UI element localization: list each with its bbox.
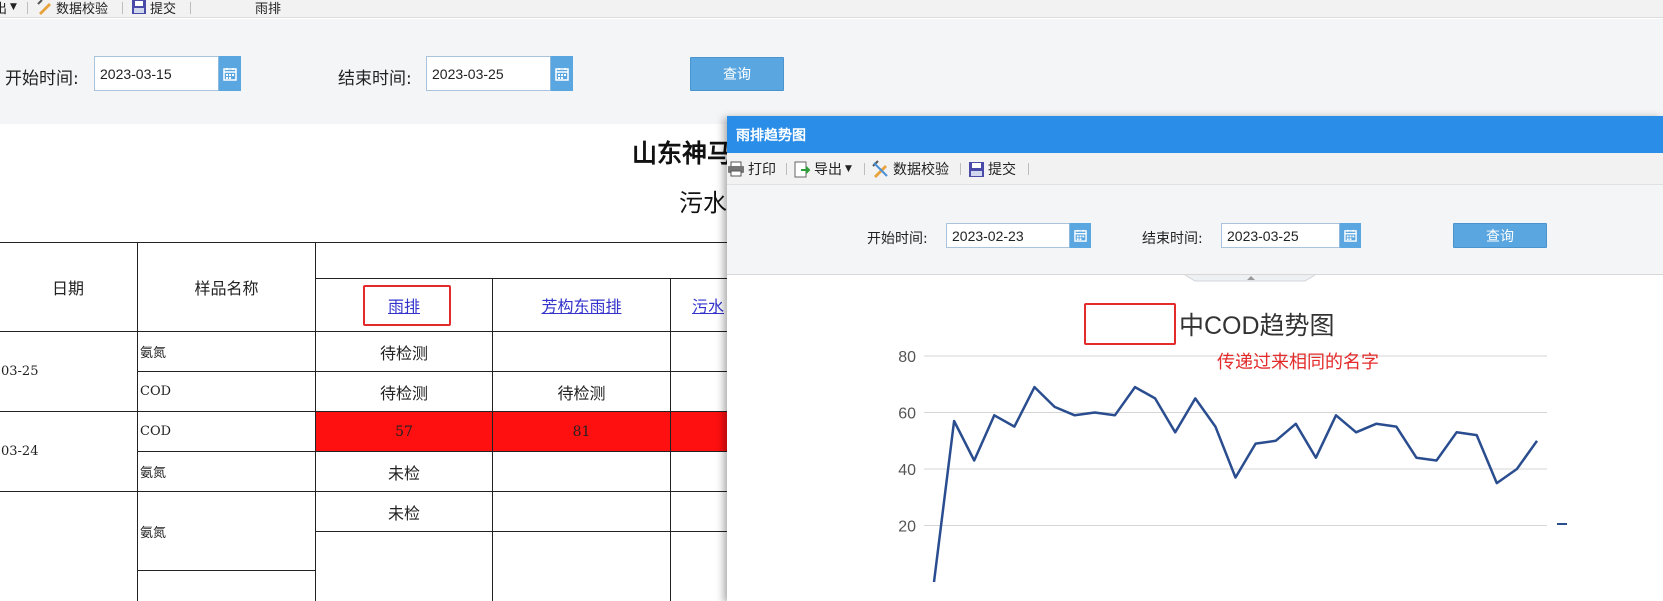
chart-series bbox=[932, 385, 1539, 583]
date-cell bbox=[0, 491, 138, 601]
value-cell bbox=[315, 531, 493, 601]
top-toolbar: 出 ▼ 数据校验 提交 雨排 bbox=[0, 0, 1663, 18]
value-cell bbox=[492, 531, 671, 601]
toolbar-divider bbox=[190, 2, 191, 14]
query-button[interactable]: 查询 bbox=[690, 57, 784, 91]
submit-button[interactable]: 提交 bbox=[131, 0, 177, 17]
highlight-box bbox=[363, 285, 451, 326]
value-text: 待检测 bbox=[379, 383, 428, 403]
end-time-label: 结束时间: bbox=[338, 69, 412, 89]
y-tick-label: 40 bbox=[898, 462, 916, 479]
submit-label: 提交 bbox=[150, 1, 177, 17]
chart-grid bbox=[924, 355, 1547, 526]
value-text: 待检测 bbox=[557, 383, 606, 403]
sample-text: COD bbox=[140, 384, 172, 399]
toolbar-divider bbox=[122, 2, 123, 14]
end-date-value: 2023-03-25 bbox=[432, 65, 504, 82]
value-cell-exceeded bbox=[670, 411, 735, 452]
value-text: 未检 bbox=[387, 463, 420, 483]
save-icon bbox=[132, 0, 146, 14]
header-sample-text: 样品名称 bbox=[194, 279, 259, 298]
date-text: 03-25 bbox=[1, 364, 39, 379]
col-fanggoudong-link[interactable]: 芳构东雨排 bbox=[541, 293, 621, 317]
sample-cell: COD bbox=[137, 411, 316, 452]
value-cell-exceeded: 57 bbox=[315, 411, 493, 452]
report-subtitle: 污水 bbox=[679, 189, 727, 217]
sample-cell: 氨氮 bbox=[137, 451, 316, 492]
value-cell bbox=[670, 531, 735, 601]
y-tick-label: 60 bbox=[898, 406, 916, 423]
value-cell: 待检测 bbox=[315, 331, 493, 372]
sample-text: 氨氮 bbox=[140, 346, 167, 361]
filter-bar: 开始时间: 2023-03-15 结束时间: 2023-03-25 查询 bbox=[0, 19, 1663, 124]
calendar-icon[interactable] bbox=[218, 56, 241, 91]
export-label: 出 bbox=[0, 1, 8, 17]
cod-series-line bbox=[932, 385, 1539, 583]
col-wushui-link[interactable]: 污水 bbox=[692, 293, 724, 317]
annotation-text: 传递过来相同的名字 bbox=[1217, 352, 1379, 373]
sample-text: 氨氮 bbox=[140, 466, 167, 481]
header-col-wushui: 污水 bbox=[670, 278, 735, 332]
value-cell: 未检 bbox=[315, 491, 493, 532]
value-cell: 待检测 bbox=[315, 371, 493, 412]
sample-cell bbox=[137, 570, 316, 601]
value-text: 57 bbox=[395, 423, 413, 440]
value-cell bbox=[670, 371, 735, 412]
start-time-label: 开始时间: bbox=[5, 69, 79, 89]
value-cell bbox=[670, 331, 735, 372]
value-cell bbox=[670, 451, 735, 492]
start-date-input[interactable]: 2023-03-15 bbox=[94, 56, 241, 91]
sample-text: COD bbox=[140, 424, 172, 439]
calendar-icon[interactable] bbox=[550, 56, 573, 91]
trend-dialog: 雨排趋势图 打印 导出 ▼ 数据校验 提交 开始时间: 2023-02-23 结… bbox=[727, 116, 1663, 601]
header-group bbox=[315, 242, 735, 279]
value-cell bbox=[492, 451, 671, 492]
sample-cell: 氨氮 bbox=[137, 491, 316, 571]
current-item-text: 雨排 bbox=[255, 1, 282, 17]
value-text: 待检测 bbox=[379, 343, 428, 363]
toolbar-divider bbox=[27, 2, 28, 14]
value-text: 未检 bbox=[387, 503, 420, 523]
export-menu[interactable]: 出 ▼ bbox=[0, 0, 17, 17]
value-cell bbox=[670, 491, 735, 532]
current-item-label: 雨排 bbox=[255, 0, 282, 17]
end-date-input[interactable]: 2023-03-25 bbox=[426, 56, 573, 91]
chart-title: 中COD趋势图 bbox=[1179, 312, 1335, 340]
date-cell: 03-25 bbox=[0, 331, 138, 412]
y-tick-label: 20 bbox=[898, 519, 916, 536]
ruler-pencil-icon bbox=[37, 0, 51, 15]
date-cell: 03-24 bbox=[0, 411, 138, 492]
date-text: 03-24 bbox=[1, 444, 39, 459]
value-cell bbox=[492, 491, 671, 532]
report-title: 山东神马 bbox=[632, 139, 733, 168]
highlight-box bbox=[1084, 303, 1176, 345]
chevron-down-icon: ▼ bbox=[10, 2, 17, 12]
y-tick-label: 80 bbox=[898, 349, 916, 366]
validate-button[interactable]: 数据校验 bbox=[37, 0, 109, 17]
value-cell bbox=[492, 331, 671, 372]
y-axis-ticks: 20 40 60 80 bbox=[898, 349, 916, 536]
header-date-text: 日期 bbox=[51, 279, 84, 298]
header-date: 日期 bbox=[0, 242, 138, 332]
sample-text: 氨氮 bbox=[140, 525, 167, 541]
cod-trend-chart: 20 40 60 80 中COD趋势图 传递过来相同的名字 bbox=[898, 312, 1567, 583]
value-cell-exceeded: 81 bbox=[492, 411, 671, 452]
value-text: 81 bbox=[572, 423, 591, 440]
value-cell: 未检 bbox=[315, 451, 493, 492]
header-sample: 样品名称 bbox=[137, 242, 316, 332]
validate-label: 数据校验 bbox=[56, 1, 109, 17]
start-date-value: 2023-03-15 bbox=[100, 65, 172, 82]
value-cell: 待检测 bbox=[492, 371, 671, 412]
sample-cell: 氨氮 bbox=[137, 331, 316, 372]
sample-cell: COD bbox=[137, 371, 316, 412]
header-col-fanggoudong: 芳构东雨排 bbox=[492, 278, 671, 332]
